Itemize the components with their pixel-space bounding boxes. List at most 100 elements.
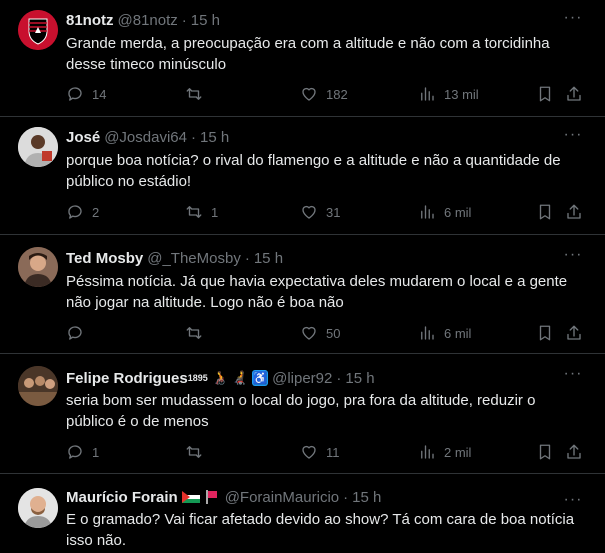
view-count: 6 mil <box>444 204 472 220</box>
tweet-header: 81notz @81notz · 15 h <box>66 10 220 30</box>
more-icon[interactable]: ··· <box>563 127 583 149</box>
tweet-text: porque boa notícia? o rival do flamengo … <box>66 152 561 190</box>
separator-dot: · <box>343 488 349 506</box>
retweet-button[interactable] <box>185 83 211 105</box>
tweet-text: Péssima notícia. Já que havia expectativ… <box>66 273 568 311</box>
like-button[interactable]: 182 <box>300 83 348 105</box>
bookmark-button[interactable] <box>536 83 554 105</box>
like-count: 50 <box>326 325 341 341</box>
more-icon[interactable]: ··· <box>563 10 583 32</box>
bookmark-icon <box>539 325 551 341</box>
retweet-button[interactable] <box>185 441 211 463</box>
avatar[interactable] <box>18 488 58 528</box>
heart-icon <box>302 87 316 101</box>
timestamp[interactable]: 15 h <box>352 489 381 506</box>
tweet-actions: 14 182 13 mil <box>60 83 590 105</box>
tweet-actions: 2 1 31 6 mil <box>60 201 590 223</box>
tweet[interactable]: Ted Mosby @_TheMosby · 15 h ··· Péssima … <box>0 235 605 354</box>
views-button[interactable]: 13 mil <box>418 83 479 105</box>
more-icon[interactable]: ··· <box>563 247 583 269</box>
views-chart-icon <box>421 326 434 340</box>
share-icon <box>567 325 581 340</box>
tweet-text: E o gramado? Vai ficar afetado devido ao… <box>66 511 575 549</box>
tweet[interactable]: José @Josdavi64 · 15 h ··· porque boa no… <box>0 117 605 235</box>
like-button[interactable]: 11 <box>300 441 340 463</box>
more-icon[interactable]: ··· <box>563 366 583 388</box>
timeline: 81notz @81notz · 15 h ··· Grande merda, … <box>0 0 605 553</box>
wheelchair-emoji-icon: 🧑‍🦽 <box>211 370 228 385</box>
timestamp[interactable]: 15 h <box>191 12 220 29</box>
tweet[interactable]: Maurício Forain @ForainMauricio · 15 h ·… <box>0 474 605 553</box>
comment-icon <box>68 205 82 219</box>
share-icon <box>567 444 581 459</box>
group-photo-icon <box>18 366 58 406</box>
heart-icon <box>302 205 316 219</box>
bookmark-button[interactable] <box>536 322 554 344</box>
bookmark-button[interactable] <box>536 201 554 223</box>
tweet-header: Ted Mosby @_TheMosby · 15 h <box>66 248 283 268</box>
tweet-text: seria bom ser mudassem o local do jogo, … <box>66 392 536 430</box>
timestamp[interactable]: 15 h <box>200 129 229 146</box>
tweet-header: Felipe Rodrigues 1895 🧑‍🦽 🧑‍🦼 ♿ @liper92 … <box>66 368 375 388</box>
bookmark-button[interactable] <box>536 441 554 463</box>
heart-icon <box>302 326 316 340</box>
views-chart-icon <box>421 205 434 219</box>
retweet-icon <box>186 88 202 100</box>
share-button[interactable] <box>565 201 583 223</box>
views-button[interactable]: 6 mil <box>418 322 471 344</box>
share-button[interactable] <box>565 322 583 344</box>
author-handle[interactable]: @liper92 <box>272 370 332 387</box>
retweet-button[interactable] <box>185 322 211 344</box>
author-handle[interactable]: @81notz <box>118 12 178 29</box>
timestamp[interactable]: 15 h <box>254 250 283 267</box>
reply-button[interactable]: 2 <box>66 201 99 223</box>
share-icon <box>567 204 581 219</box>
bookmark-icon <box>539 86 551 102</box>
comment-icon <box>68 87 82 101</box>
reply-count: 14 <box>92 86 107 102</box>
views-button[interactable]: 6 mil <box>418 201 471 223</box>
person-photo-icon <box>18 127 58 167</box>
like-count: 11 <box>326 444 340 460</box>
like-button[interactable]: 31 <box>300 201 340 223</box>
tweet-text: Grande merda, a preocupação era com a al… <box>66 35 550 73</box>
wheelchair-emoji-icon: 🧑‍🦼 <box>231 370 249 385</box>
author-handle[interactable]: @Josdavi64 <box>104 129 187 146</box>
person-photo-icon <box>18 488 58 528</box>
avatar[interactable] <box>18 10 58 50</box>
reply-button[interactable]: 14 <box>66 83 106 105</box>
avatar[interactable] <box>18 127 58 167</box>
tweet[interactable]: 81notz @81notz · 15 h ··· Grande merda, … <box>0 0 605 117</box>
bookmark-icon <box>539 444 551 460</box>
author-handle[interactable]: @ForainMauricio <box>225 489 339 506</box>
reply-button[interactable]: 1 <box>66 441 99 463</box>
author-name[interactable]: Felipe Rodrigues <box>66 370 188 387</box>
tweet[interactable]: Felipe Rodrigues 1895 🧑‍🦽 🧑‍🦼 ♿ @liper92 … <box>0 354 605 474</box>
author-handle[interactable]: @_TheMosby <box>147 250 241 267</box>
name-superscript: 1895 <box>187 373 208 383</box>
palestine-flag-icon <box>181 491 200 503</box>
share-icon <box>567 86 581 101</box>
tweet-actions: 1 11 2 mil <box>60 441 590 463</box>
like-button[interactable]: 50 <box>300 322 340 344</box>
share-button[interactable] <box>565 441 583 463</box>
timestamp[interactable]: 15 h <box>345 370 374 387</box>
author-name[interactable]: José <box>66 129 100 146</box>
avatar[interactable] <box>18 247 58 287</box>
views-button[interactable]: 2 mil <box>418 441 471 463</box>
like-count: 182 <box>326 86 348 102</box>
tweet-header: Maurício Forain @ForainMauricio · 15 h <box>66 487 381 507</box>
share-button[interactable] <box>565 83 583 105</box>
author-name[interactable]: 81notz <box>66 12 114 29</box>
separator-dot: · <box>336 369 342 387</box>
view-count: 13 mil <box>444 86 479 102</box>
author-name[interactable]: Maurício Forain <box>66 489 178 506</box>
view-count: 2 mil <box>444 444 472 460</box>
retweet-icon <box>186 446 202 458</box>
reply-button[interactable] <box>66 322 92 344</box>
author-name[interactable]: Ted Mosby <box>66 250 143 267</box>
retweet-button[interactable]: 1 <box>185 201 218 223</box>
bookmark-icon <box>539 204 551 220</box>
retweet-count: 1 <box>211 204 219 220</box>
avatar[interactable] <box>18 366 58 406</box>
